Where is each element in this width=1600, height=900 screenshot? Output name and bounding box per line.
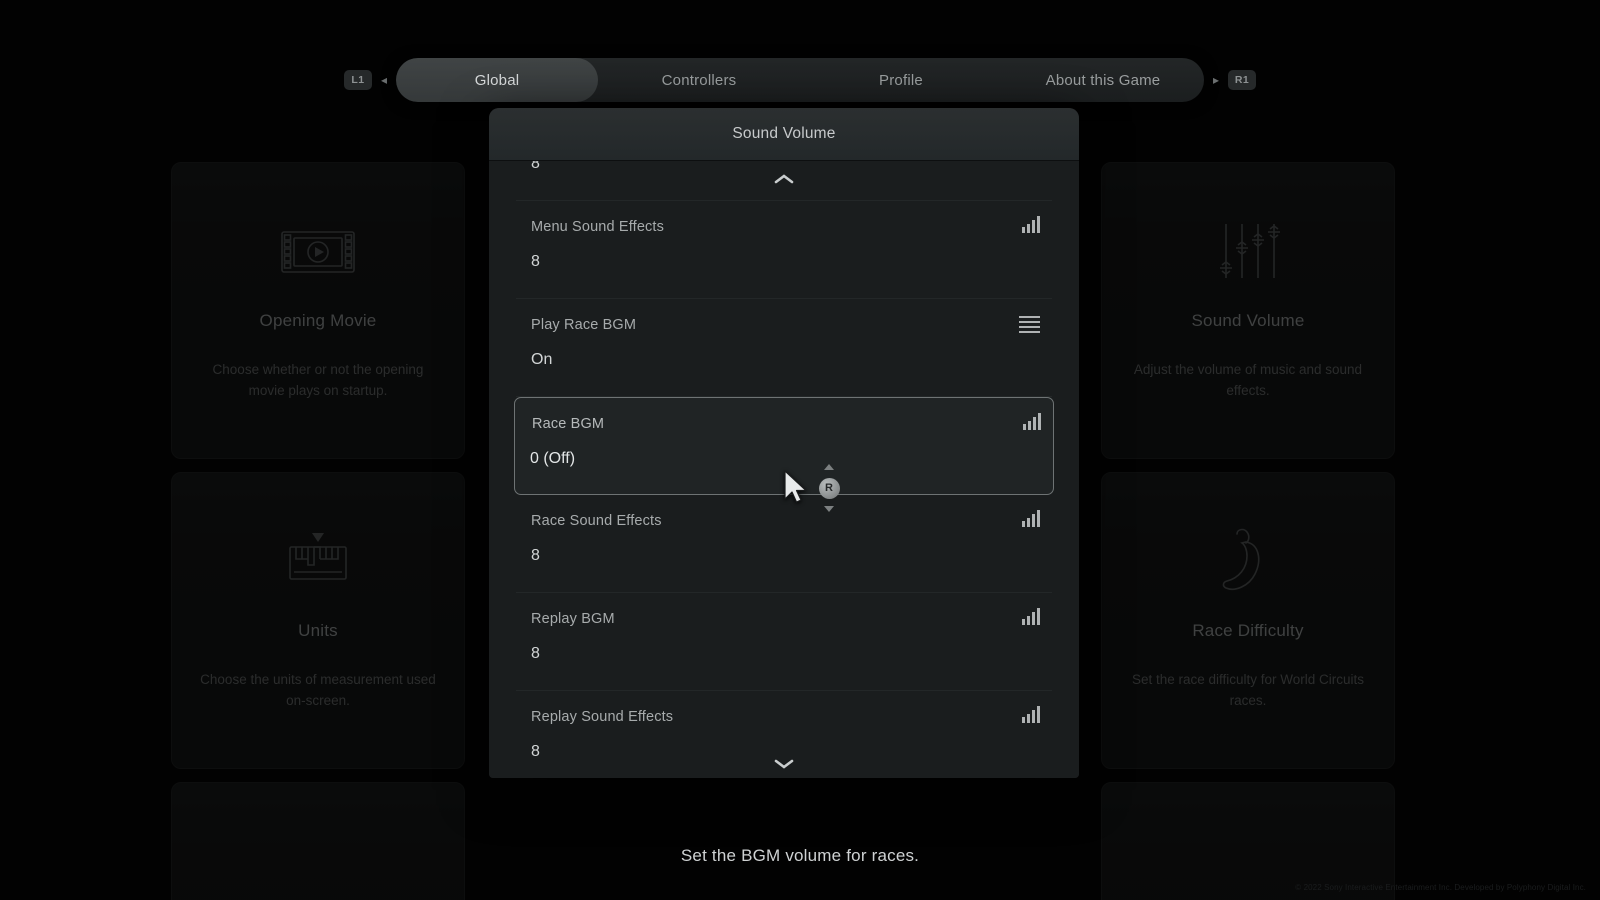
card-description: Set the race difficulty for World Circui… (1131, 672, 1365, 708)
right-stick-button[interactable]: R (818, 477, 840, 499)
triangle-up-icon (824, 464, 834, 470)
card-title: Sound Volume (1191, 311, 1305, 330)
card-description: Choose the units of measurement used on-… (200, 672, 436, 708)
option-label: Replay BGM (531, 611, 615, 627)
game-settings-screen: Opening Movie Choose whether or not the … (0, 0, 1600, 900)
triangle-down-icon (824, 506, 834, 512)
option-value: 8 (531, 161, 540, 172)
right-stick-hint: R (817, 464, 841, 512)
settings-card-race-difficulty[interactable]: Race Difficulty Set the race difficulty … (1101, 472, 1395, 769)
option-label: Play Race BGM (531, 317, 637, 333)
settings-card-units[interactable]: Units Choose the units of measurement us… (171, 472, 465, 769)
settings-card-partial-bottom-left[interactable] (171, 782, 465, 900)
card-title: Units (298, 621, 338, 640)
tab-controllers[interactable]: Controllers (598, 58, 800, 102)
card-title: Race Difficulty (1192, 621, 1304, 640)
volume-bars-icon (1018, 608, 1040, 628)
list-item-play-race-bgm[interactable]: Play Race BGM On (516, 299, 1052, 397)
card-description: Adjust the volume of music and sound eff… (1133, 362, 1363, 398)
option-value: 0 (Off) (530, 450, 576, 467)
option-value: 8 (531, 645, 540, 662)
l1-bumper-icon[interactable]: L1 (343, 70, 372, 90)
top-tab-bar: L1 ◂ Global Controllers Profile About th… (0, 58, 1600, 102)
mixer-sliders-icon (1205, 209, 1291, 295)
settings-card-opening-movie[interactable]: Opening Movie Choose whether or not the … (171, 162, 465, 459)
tab-profile[interactable]: Profile (800, 58, 1002, 102)
option-label: Race BGM (532, 416, 605, 432)
mouse-pointer-icon (784, 470, 807, 503)
volume-bars-icon (1018, 510, 1040, 530)
card-title: Opening Movie (259, 311, 377, 330)
ruler-gauge-icon (275, 519, 361, 605)
sound-volume-panel: Sound Volume 8 Menu Sound Effects 8 Play… (489, 108, 1079, 778)
option-label: Race Sound Effects (531, 513, 662, 529)
help-caption: Set the BGM volume for races. (680, 846, 920, 865)
option-value: On (531, 351, 553, 368)
list-item-menu-sound-effects[interactable]: Menu Sound Effects 8 (516, 201, 1052, 299)
list-item-partial-top[interactable]: 8 (516, 161, 1052, 201)
volume-bars-icon (1019, 413, 1041, 433)
option-value: 8 (531, 547, 540, 564)
list-item-replay-bgm[interactable]: Replay BGM 8 (516, 593, 1052, 691)
volume-bars-icon (1018, 706, 1040, 726)
volume-bars-icon (1018, 216, 1040, 236)
prev-tab-arrow-icon[interactable]: ◂ (381, 74, 387, 86)
chili-pepper-icon (1205, 519, 1291, 605)
list-lines-icon (1018, 314, 1040, 334)
film-strip-play-icon (275, 209, 361, 295)
settings-card-sound-volume[interactable]: Sound Volume Adjust the volume of music … (1101, 162, 1395, 459)
option-value: 8 (531, 253, 540, 270)
option-label: Menu Sound Effects (531, 219, 665, 235)
option-label: Replay Sound Effects (531, 709, 674, 725)
next-tab-arrow-icon[interactable]: ▸ (1213, 74, 1219, 86)
panel-title: Sound Volume (489, 108, 1079, 161)
card-description: Choose whether or not the opening movie … (212, 362, 424, 398)
tab-about-this-game[interactable]: About this Game (1002, 58, 1204, 102)
list-item-race-sound-effects[interactable]: Race Sound Effects 8 (516, 495, 1052, 593)
tab-list: Global Controllers Profile About this Ga… (396, 58, 1204, 102)
copyright-notice: © 2022 Sony Interactive Entertainment In… (1295, 883, 1586, 892)
list-item-replay-sound-effects[interactable]: Replay Sound Effects 8 (516, 691, 1052, 778)
r1-bumper-icon[interactable]: R1 (1228, 70, 1257, 90)
option-value: 8 (531, 743, 540, 760)
tab-global[interactable]: Global (396, 58, 598, 102)
